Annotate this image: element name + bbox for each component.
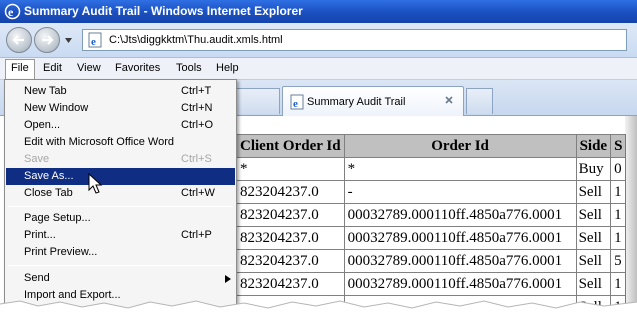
table-cell: 823204237.0	[236, 226, 345, 250]
menu-separator	[8, 265, 233, 266]
svg-text:e: e	[8, 5, 14, 19]
menu-tools[interactable]: Tools	[176, 62, 202, 74]
menu-item-shortcut: Ctrl+O	[181, 119, 214, 131]
menu-item-new-window[interactable]: New Window Ctrl+N	[6, 100, 235, 117]
menu-item-open[interactable]: Open... Ctrl+O	[6, 117, 235, 134]
table-cell: Sell	[575, 249, 612, 273]
internet-explorer-icon: e	[4, 3, 21, 20]
menu-item-page-setup[interactable]: Page Setup...	[6, 210, 235, 227]
menu-file[interactable]: File	[5, 59, 35, 79]
menu-item-close-tab[interactable]: Close Tab Ctrl+W	[6, 185, 235, 202]
menu-item-label: New Window	[24, 102, 89, 114]
svg-text:e: e	[91, 36, 96, 48]
tab-label: Summary Audit Trail	[307, 96, 406, 108]
menu-item-label: Print...	[24, 229, 56, 241]
column-header[interactable]: Side	[575, 134, 612, 158]
menu-item-shortcut: Ctrl+T	[181, 85, 212, 97]
svg-text:e: e	[293, 98, 298, 110]
menu-item-print[interactable]: Print... Ctrl+P	[6, 227, 235, 244]
menu-item-label: Print Preview...	[24, 246, 98, 258]
table-cell: 00032789.000110ff.4850a776.0001	[343, 226, 577, 250]
table-cell: 0	[610, 157, 627, 181]
menu-favorites[interactable]: Favorites	[115, 62, 160, 74]
address-url[interactable]: C:\Jts\diggkktm\Thu.audit.xmls.html	[109, 34, 283, 46]
column-header[interactable]: Order Id	[343, 134, 577, 158]
table-cell: Buy	[575, 157, 612, 181]
menu-item-label: New Tab	[24, 85, 67, 97]
forward-arrow-icon	[42, 35, 54, 45]
torn-edge-decoration	[0, 300, 637, 317]
table-cell: 1	[610, 180, 627, 204]
table-row: * * Buy 0	[236, 157, 627, 181]
table-cell: 00032789.000110ff.4850a776.0001	[343, 249, 577, 273]
menu-view[interactable]: View	[77, 62, 101, 74]
forward-button[interactable]	[34, 27, 60, 53]
table-cell: 1	[610, 203, 627, 227]
menu-item-label: Save	[24, 153, 50, 165]
file-menu-dropdown: New Tab Ctrl+T New Window Ctrl+N Open...…	[4, 79, 237, 317]
table-cell: 1	[610, 226, 627, 250]
menu-item-edit-with-word[interactable]: Edit with Microsoft Office Word	[6, 134, 235, 151]
menu-item-shortcut: Ctrl+W	[181, 187, 215, 199]
menu-item-label: Open...	[24, 119, 61, 131]
menu-help[interactable]: Help	[216, 62, 239, 74]
page-ie-icon: e	[88, 32, 102, 48]
menu-item-shortcut: Ctrl+N	[181, 102, 213, 114]
menu-item-send[interactable]: Send	[6, 270, 235, 287]
table-cell: -	[343, 180, 577, 204]
menu-item-label: Save As...	[24, 170, 74, 182]
navigation-bar: e C:\Jts\diggkktm\Thu.audit.xmls.html	[0, 23, 637, 58]
page-ie-icon: e	[290, 94, 304, 110]
window-title: Summary Audit Trail - Windows Internet E…	[24, 4, 303, 18]
new-tab-button[interactable]	[466, 88, 493, 114]
menu-separator	[8, 206, 233, 207]
table-row: 823204237.0 00032789.000110ff.4850a776.0…	[236, 203, 627, 227]
mouse-cursor-icon	[88, 173, 103, 194]
menu-item-save-as[interactable]: Save As...	[6, 168, 235, 185]
table-cell: Sell	[575, 180, 612, 204]
column-header[interactable]: Client Order Id	[236, 134, 345, 158]
menu-item-label: Page Setup...	[24, 212, 91, 224]
table-cell: 5	[610, 249, 627, 273]
table-cell: Sell	[575, 203, 612, 227]
table-cell: *	[236, 157, 345, 181]
submenu-arrow-icon	[225, 275, 231, 283]
table-row: 823204237.0 00032789.000110ff.4850a776.0…	[236, 249, 627, 273]
back-button[interactable]	[6, 27, 32, 53]
back-arrow-icon	[12, 35, 24, 45]
menu-item-shortcut: Ctrl+S	[181, 153, 212, 165]
menu-item-shortcut: Ctrl+P	[181, 229, 212, 241]
menu-item-new-tab[interactable]: New Tab Ctrl+T	[6, 83, 235, 100]
table-cell: 823204237.0	[236, 249, 345, 273]
table-row: 823204237.0 00032789.000110ff.4850a776.0…	[236, 226, 627, 250]
column-header[interactable]: S	[610, 134, 627, 158]
table-cell: Sell	[575, 226, 612, 250]
close-tab-icon[interactable]	[443, 94, 455, 106]
menu-item-label: Edit with Microsoft Office Word	[24, 136, 174, 148]
recent-pages-dropdown-icon[interactable]	[64, 36, 73, 45]
screenshot-shadow	[625, 116, 637, 317]
tab-previous[interactable]	[236, 88, 280, 114]
table-header-row: Client Order Id Order Id Side S	[236, 134, 627, 158]
menu-item-label: Close Tab	[24, 187, 73, 199]
menu-edit[interactable]: Edit	[43, 62, 62, 74]
menu-item-print-preview[interactable]: Print Preview...	[6, 244, 235, 261]
table-row: 823204237.0 - Sell 1	[236, 180, 627, 204]
menu-bar: File Edit View Favorites Tools Help	[0, 58, 637, 80]
table-cell: 823204237.0	[236, 203, 345, 227]
table-cell: 00032789.000110ff.4850a776.0001	[343, 203, 577, 227]
menu-item-save[interactable]: Save Ctrl+S	[6, 151, 235, 168]
table-cell: 823204237.0	[236, 180, 345, 204]
title-bar: e Summary Audit Trail - Windows Internet…	[0, 0, 637, 23]
tab-summary-audit-trail[interactable]: e Summary Audit Trail	[282, 86, 464, 116]
table-cell: *	[343, 157, 577, 181]
menu-item-label: Send	[24, 272, 50, 284]
address-bar[interactable]: e C:\Jts\diggkktm\Thu.audit.xmls.html	[82, 29, 627, 51]
